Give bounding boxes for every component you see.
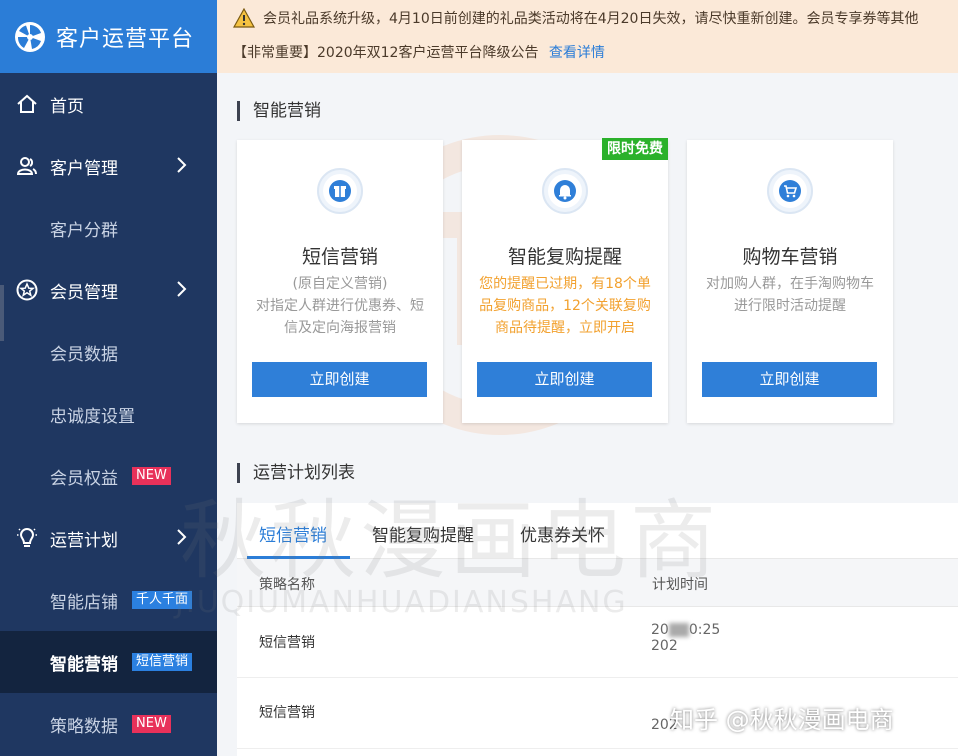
tab-coupon-care[interactable]: 优惠券关怀	[520, 521, 605, 546]
card-icon	[542, 168, 588, 214]
plan-time-line1: 20	[651, 622, 669, 638]
plan-time-line1-end: 0:25	[688, 622, 721, 638]
card-alert-description: 您的提醒已过期，有18个单品复购商品，12个关联复购商品待提醒，立即开启	[479, 276, 651, 336]
sms-badge: 短信营销	[132, 653, 193, 671]
sidebar-item-label: 会员权益	[50, 468, 118, 489]
card-description: (原自定义营销) 对指定人群进行优惠券、短信及定向海报营销	[256, 276, 424, 336]
sidebar-item-smart-marketing[interactable]: 智能营销 短信营销	[0, 631, 217, 693]
card-title: 购物车营销	[742, 246, 838, 268]
bell-icon	[554, 180, 576, 202]
redacted-blur	[668, 623, 689, 637]
plan-list-panel: 短信营销 智能复购提醒 优惠券关怀 策略名称 计划时间 短信营销 20 0:25 …	[237, 503, 958, 756]
notice-line-2: 【非常重要】2020年双12客户运营平台降级公告 查看详情	[233, 42, 605, 62]
notice-bar: 会员礼品系统升级，4月10日前创建的礼品类活动将在4月20日失效，请尽快重新创建…	[217, 0, 958, 73]
card-icon	[317, 168, 363, 214]
table-row[interactable]: 短信营销 202	[237, 679, 958, 749]
notice-line-1: 会员礼品系统升级，4月10日前创建的礼品类活动将在4月20日失效，请尽快重新创建…	[233, 6, 958, 30]
sidebar-item-label: 忠诚度设置	[50, 406, 135, 427]
plan-time-cell: 20 0:25 202	[651, 622, 720, 654]
create-cart-marketing-button[interactable]: 立即创建	[702, 362, 877, 397]
strategy-name-cell: 短信营销	[259, 705, 315, 721]
tab-smart-repurchase[interactable]: 智能复购提醒	[372, 521, 474, 546]
star-icon	[16, 279, 38, 301]
sidebar-item-label: 会员数据	[50, 344, 118, 365]
plan-time-line2: 202	[651, 638, 678, 654]
create-repurchase-reminder-button[interactable]: 立即创建	[477, 362, 652, 397]
sidebar-item-customer-management[interactable]: 客户管理	[0, 135, 217, 197]
sidebar-item-smart-store[interactable]: 智能店铺 千人千面	[0, 569, 217, 631]
lightbulb-icon	[16, 527, 38, 549]
sidebar-item-label: 智能营销	[50, 654, 118, 675]
card-description: 对加购人群，在手淘购物车进行限时活动提醒	[706, 276, 874, 314]
view-details-link[interactable]: 查看详情	[549, 45, 605, 61]
cart-icon	[779, 180, 801, 202]
sidebar-item-member-benefits[interactable]: 会员权益 NEW	[0, 445, 217, 507]
home-icon	[16, 93, 38, 115]
sidebar-item-home[interactable]: 首页	[0, 73, 217, 135]
create-sms-marketing-button[interactable]: 立即创建	[252, 362, 427, 397]
sidebar-item-operation-plan[interactable]: 运营计划	[0, 507, 217, 569]
sidebar-item-label: 运营计划	[50, 530, 118, 551]
sidebar-item-strategy-data[interactable]: 策略数据 NEW	[0, 693, 217, 755]
card-icon	[767, 168, 813, 214]
sidebar-item-member-management[interactable]: 会员管理	[0, 259, 217, 321]
app-logo[interactable]: 客户运营平台	[0, 0, 217, 73]
plan-time-cell: 202	[651, 717, 678, 733]
sidebar-item-label: 智能店铺	[50, 592, 118, 613]
app-title: 客户运营平台	[56, 26, 195, 52]
chevron-right-icon	[177, 281, 187, 297]
notice-text-1: 会员礼品系统升级，4月10日前创建的礼品类活动将在4月20日失效，请尽快重新创建…	[263, 11, 919, 27]
plan-tabs: 短信营销 智能复购提醒 优惠券关怀	[237, 503, 958, 559]
tab-sms-marketing[interactable]: 短信营销	[259, 521, 327, 546]
sidebar-item-label: 策略数据	[50, 716, 118, 737]
card-title: 智能复购提醒	[507, 246, 622, 268]
strategy-name-cell: 短信营销	[259, 635, 315, 651]
column-header-strategy-name: 策略名称	[259, 577, 315, 593]
card-title: 短信营销	[301, 246, 378, 268]
sms-marketing-card: 短信营销 (原自定义营销) 对指定人群进行优惠券、短信及定向海报营销 立即创建	[237, 140, 443, 423]
sidebar-item-customer-segments[interactable]: 客户分群	[0, 197, 217, 259]
sidebar-item-label: 客户分群	[50, 220, 118, 241]
chevron-right-icon	[177, 157, 187, 173]
limited-free-tag: 限时免费	[602, 138, 668, 160]
new-badge: NEW	[132, 715, 171, 733]
table-row[interactable]: 短信营销 20 0:25 202	[237, 608, 958, 678]
table-header: 策略名称 计划时间	[237, 559, 958, 607]
personalized-badge: 千人千面	[132, 591, 193, 609]
sidebar: 客户运营平台 首页 客户管理 客户分群 会员管理 会员数据 忠诚度设置 会员权益…	[0, 0, 217, 756]
gift-icon	[329, 180, 351, 202]
chevron-right-icon	[177, 529, 187, 545]
sidebar-item-loyalty-settings[interactable]: 忠诚度设置	[0, 383, 217, 445]
cart-marketing-card: 购物车营销 对加购人群，在手淘购物车进行限时活动提醒 立即创建	[687, 140, 893, 423]
sidebar-item-label: 会员管理	[50, 282, 118, 303]
smart-marketing-heading: 智能营销	[237, 100, 321, 122]
sidebar-item-label: 首页	[50, 96, 84, 117]
sidebar-item-member-data[interactable]: 会员数据	[0, 321, 217, 383]
column-header-plan-time: 计划时间	[652, 577, 708, 593]
smart-repurchase-card: 限时免费 智能复购提醒 您的提醒已过期，有18个单品复购商品，12个关联复购商品…	[462, 138, 668, 423]
new-badge: NEW	[132, 467, 171, 485]
sidebar-nav: 首页 客户管理 客户分群 会员管理 会员数据 忠诚度设置 会员权益 NEW 运营…	[0, 73, 217, 755]
warning-icon	[233, 8, 255, 28]
plan-list-heading: 运营计划列表	[237, 462, 355, 484]
users-icon	[16, 155, 38, 177]
logo-icon	[15, 21, 45, 52]
notice-text-2: 【非常重要】2020年双12客户运营平台降级公告	[233, 45, 539, 61]
sidebar-item-label: 客户管理	[50, 158, 118, 179]
